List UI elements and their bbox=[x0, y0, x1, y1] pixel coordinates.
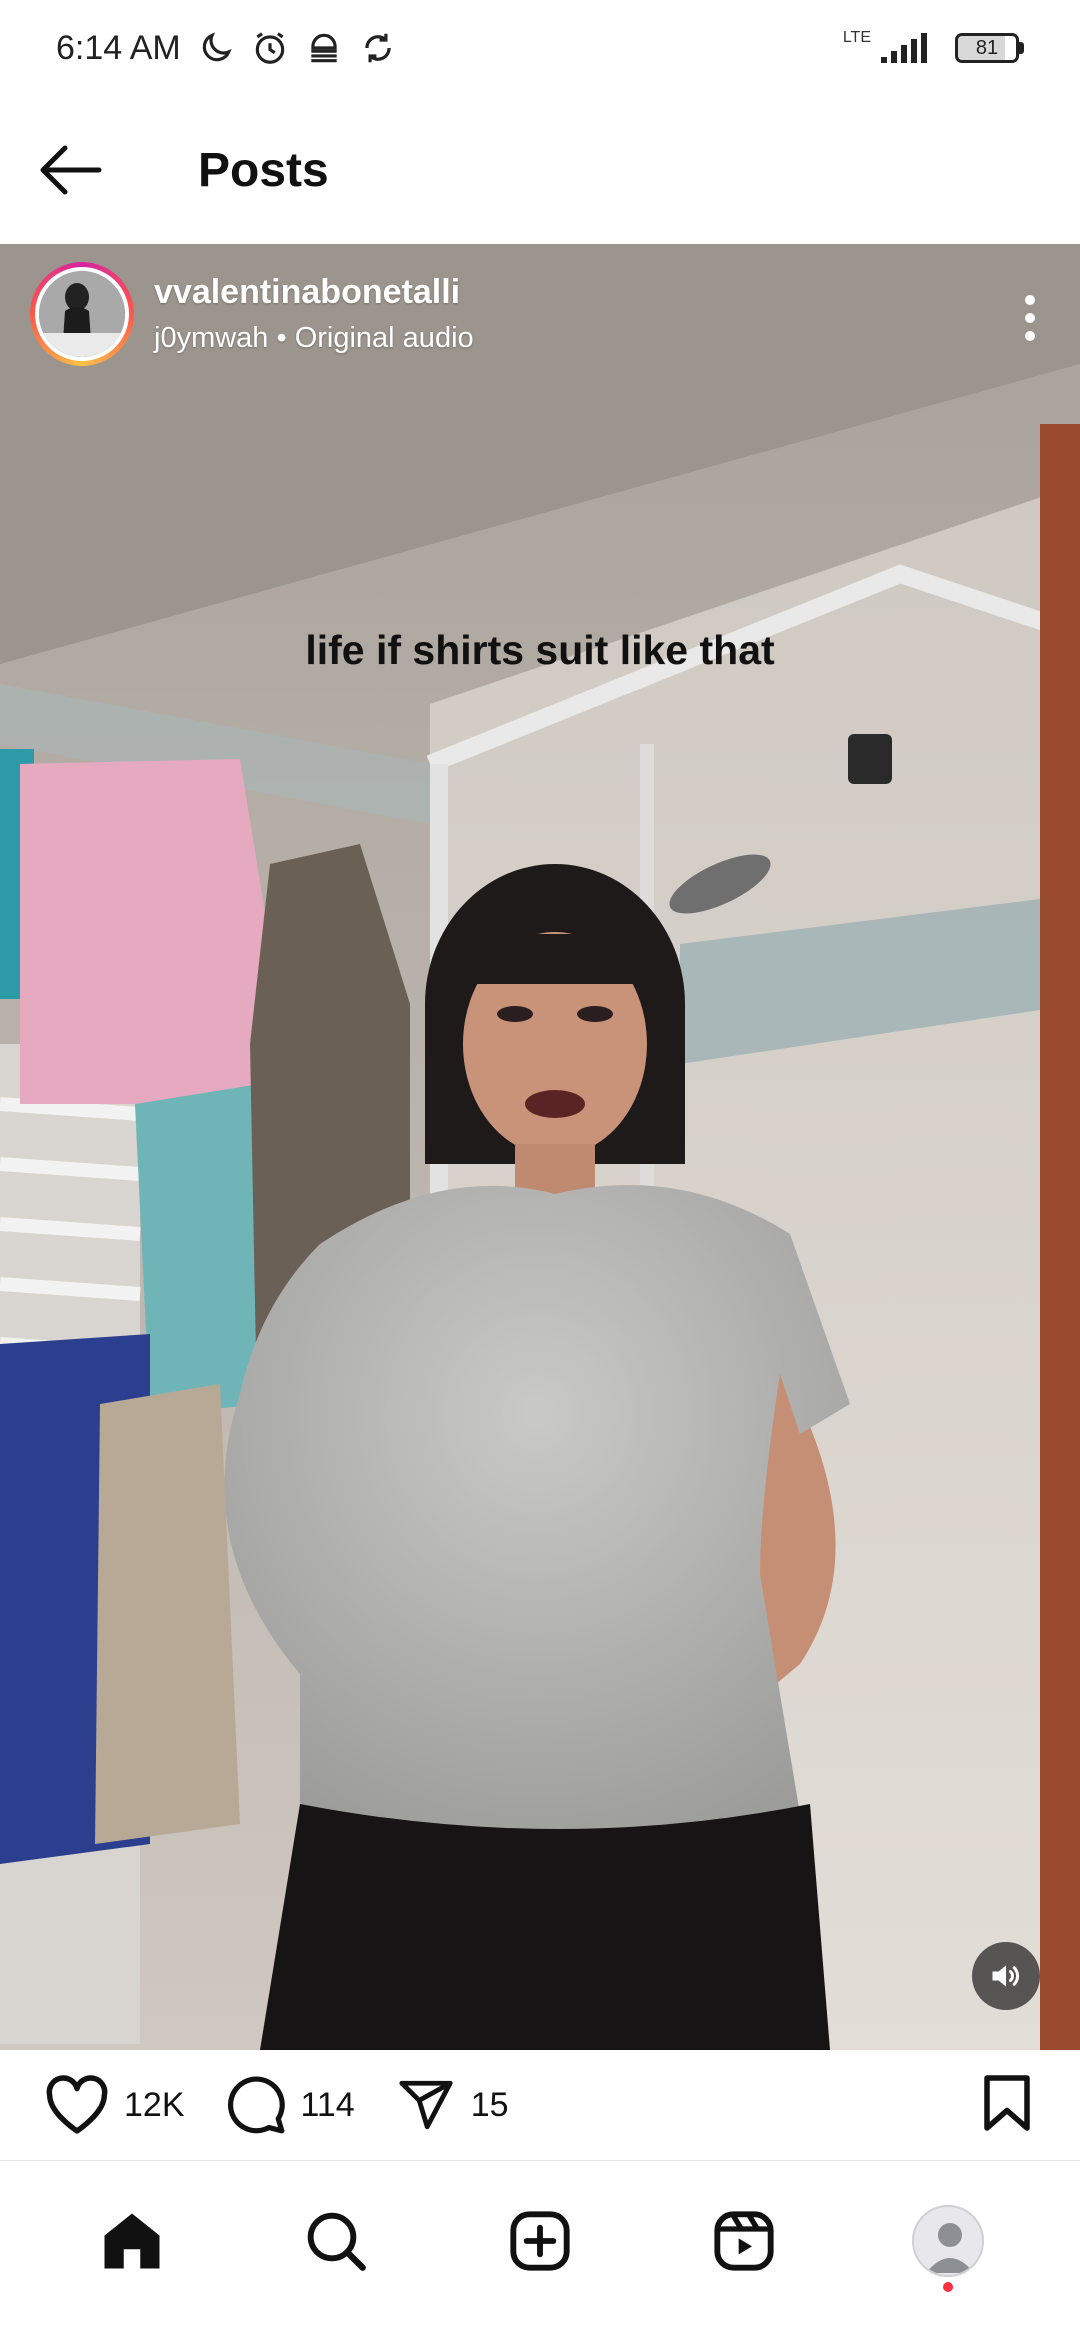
status-time: 6:14 AM bbox=[56, 28, 181, 67]
notification-dot bbox=[943, 2281, 953, 2292]
alarm-icon bbox=[255, 32, 284, 64]
status-right: LTE 81 bbox=[842, 29, 1024, 65]
nav-reels[interactable] bbox=[689, 2186, 799, 2296]
reels-icon bbox=[714, 2210, 774, 2271]
likes-count[interactable]: 12K bbox=[124, 2086, 185, 2125]
nav-profile[interactable] bbox=[893, 2186, 1003, 2296]
nav-home[interactable] bbox=[77, 2186, 187, 2296]
video-caption-overlay: life if shirts suit like that bbox=[305, 627, 775, 673]
battery-tip bbox=[1019, 42, 1024, 54]
post-media[interactable]: vvalentinabonetalli j0ymwah • Original a… bbox=[0, 244, 1080, 2050]
comment-icon bbox=[227, 2076, 285, 2134]
post-video-frame bbox=[0, 244, 1080, 2050]
like-action[interactable]: 12K bbox=[44, 2075, 185, 2135]
post-header: vvalentinabonetalli j0ymwah • Original a… bbox=[0, 244, 1080, 384]
page-title: Posts bbox=[198, 143, 329, 197]
back-button[interactable] bbox=[0, 96, 140, 244]
arrow-left-icon bbox=[40, 145, 102, 195]
moon-icon bbox=[202, 32, 232, 62]
audio-info[interactable]: j0ymwah • Original audio bbox=[154, 322, 474, 355]
save-button[interactable] bbox=[982, 2073, 1032, 2138]
share-icon bbox=[399, 2080, 453, 2130]
signal-icon bbox=[881, 33, 927, 63]
default-avatar-icon bbox=[926, 2222, 974, 2273]
battery-level: 81 bbox=[955, 33, 1019, 63]
battery-icon: 81 bbox=[955, 33, 1024, 63]
sync-icon bbox=[365, 33, 391, 63]
post-meta: vvalentinabonetalli j0ymwah • Original a… bbox=[154, 273, 474, 355]
share-action[interactable]: 15 bbox=[395, 2076, 509, 2134]
story-ring[interactable] bbox=[30, 262, 134, 366]
network-type: LTE bbox=[842, 29, 871, 46]
comments-count[interactable]: 114 bbox=[301, 2086, 355, 2125]
shares-count[interactable]: 15 bbox=[471, 2086, 509, 2125]
status-left: 6:14 AM bbox=[56, 29, 397, 68]
post-action-bar: 12K 114 15 bbox=[0, 2050, 1080, 2160]
home-icon bbox=[104, 2213, 160, 2268]
volume-on-icon bbox=[992, 1965, 1019, 1987]
username[interactable]: vvalentinabonetalli bbox=[154, 273, 474, 312]
nav-search[interactable] bbox=[281, 2186, 391, 2296]
status-bar: 6:14 AM LTE 81 bbox=[0, 0, 1080, 96]
search-icon bbox=[307, 2212, 366, 2271]
avatar-image bbox=[39, 271, 125, 357]
heart-icon bbox=[46, 2075, 108, 2134]
avatar-border bbox=[35, 267, 129, 361]
volume-button[interactable] bbox=[972, 1942, 1040, 2010]
app-header: Posts bbox=[0, 96, 1080, 244]
profile-avatar bbox=[912, 2204, 984, 2277]
bookmark-icon bbox=[984, 2074, 1030, 2131]
create-icon bbox=[510, 2210, 570, 2271]
bottom-navigation bbox=[0, 2160, 1080, 2340]
nav-create[interactable] bbox=[485, 2186, 595, 2296]
avatar bbox=[39, 271, 125, 357]
vpn-icon bbox=[311, 33, 337, 63]
comment-action[interactable]: 114 bbox=[225, 2074, 355, 2136]
